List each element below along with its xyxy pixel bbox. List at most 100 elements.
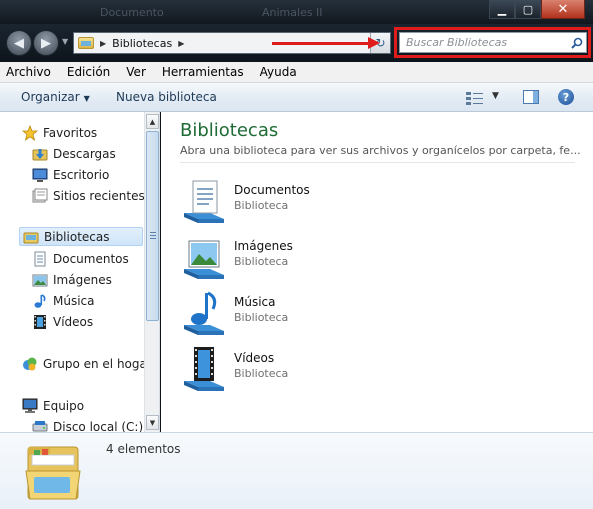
nav-downloads[interactable]: Descargas (32, 144, 116, 163)
nav-computer[interactable]: Equipo (22, 396, 84, 415)
nav-label: Bibliotecas (44, 229, 110, 244)
library-type: Biblioteca (234, 255, 289, 268)
downloads-folder-icon (32, 146, 48, 162)
page-title: Bibliotecas (180, 120, 279, 141)
nav-label: Grupo en el hogar (43, 356, 152, 371)
videos-library-icon (184, 347, 224, 391)
new-library-button[interactable]: Nueva biblioteca (116, 90, 217, 104)
film-icon (32, 314, 48, 330)
library-name: Música (234, 295, 276, 309)
menu-herramientas[interactable]: Herramientas (154, 65, 252, 79)
libraries-folder-icon (25, 446, 81, 500)
scroll-up-button[interactable]: ▲ (146, 114, 159, 129)
back-button[interactable]: ◀ (6, 30, 32, 56)
nav-label: Sitios recientes (53, 188, 145, 203)
maximize-button[interactable]: ▢ (515, 0, 541, 19)
library-item-documents[interactable]: Documentos Biblioteca (180, 177, 480, 227)
nav-libraries[interactable]: Bibliotecas (19, 227, 143, 246)
search-icon[interactable] (568, 33, 586, 52)
change-view-icon[interactable] (466, 91, 484, 105)
menu-edicion[interactable]: Edición (59, 65, 118, 79)
nav-label: Descargas (53, 146, 116, 161)
hard-drive-icon (32, 419, 48, 433)
nav-local-disk[interactable]: Disco local (C:) (32, 417, 143, 432)
libraries-folder-icon (78, 37, 94, 49)
library-type: Biblioteca (234, 367, 289, 380)
command-bar: Organizar ▼ Nueva biblioteca ▼ ? (0, 83, 593, 112)
library-name: Vídeos (234, 351, 275, 365)
nav-label: Favoritos (43, 125, 98, 140)
library-name: Documentos (234, 183, 310, 197)
nav-label: Imágenes (53, 272, 112, 287)
search-input[interactable]: Buscar Bibliotecas (400, 36, 568, 49)
scrollbar-thumb[interactable] (146, 131, 159, 321)
view-options-dropdown[interactable]: ▼ (492, 91, 499, 101)
library-item-music[interactable]: Música Biblioteca (180, 289, 480, 339)
details-pane: 4 elementos (0, 432, 593, 509)
content-pane: Bibliotecas Abra una biblioteca para ver… (161, 112, 593, 432)
music-note-icon (32, 293, 48, 309)
organize-button[interactable]: Organizar ▼ (21, 90, 90, 104)
page-description: Abra una biblioteca para ver sus archivo… (180, 144, 581, 157)
nav-label: Disco local (C:) (53, 419, 144, 433)
breadcrumb-libraries[interactable]: Bibliotecas (112, 37, 172, 50)
menu-bar: Archivo Edición Ver Herramientas Ayuda (0, 62, 593, 83)
close-button[interactable]: ✕ (541, 0, 585, 19)
nav-desktop[interactable]: Escritorio (32, 165, 109, 184)
forward-button[interactable]: ▶ (33, 30, 59, 56)
navigation-pane: Favoritos Descargas Escritorio Sitios re… (0, 112, 160, 432)
background-window-title: Animales II (262, 6, 323, 19)
scroll-down-button[interactable]: ▼ (146, 415, 159, 430)
menu-archivo[interactable]: Archivo (0, 65, 59, 79)
item-count: 4 elementos (106, 442, 181, 456)
title-divider (180, 162, 575, 163)
library-item-images[interactable]: Imágenes Biblioteca (180, 233, 480, 283)
documents-library-icon (184, 180, 224, 223)
nav-homegroup[interactable]: Grupo en el hogar (22, 354, 152, 373)
annotation-arrow-head (368, 37, 380, 49)
forward-arrow-icon: ▶ (41, 35, 51, 51)
navpane-scrollbar[interactable]: ▲ ▼ (144, 112, 159, 432)
nav-label: Equipo (43, 398, 85, 413)
nav-videos[interactable]: Vídeos (32, 312, 93, 331)
menu-ayuda[interactable]: Ayuda (252, 65, 305, 79)
nav-label: Vídeos (53, 314, 94, 329)
nav-music[interactable]: Música (32, 291, 95, 310)
recent-pages-dropdown[interactable]: ▼ (62, 37, 68, 46)
window-title-bar: Documento Animales II ▁ ▢ ✕ (0, 0, 593, 24)
music-library-icon (184, 291, 224, 335)
libraries-folder-icon (23, 229, 39, 245)
desktop-icon (32, 167, 48, 183)
nav-images[interactable]: Imágenes (32, 270, 112, 289)
chevron-down-icon: ▼ (83, 94, 90, 103)
preview-pane-icon[interactable] (523, 90, 539, 104)
homegroup-icon (22, 356, 38, 372)
organize-label: Organizar (21, 90, 80, 104)
search-box[interactable]: Buscar Bibliotecas (399, 32, 587, 53)
library-type: Biblioteca (234, 311, 289, 324)
window-controls: ▁ ▢ ✕ (489, 0, 585, 19)
library-type: Biblioteca (234, 199, 289, 212)
background-window-title: Documento (100, 6, 164, 19)
nav-label: Escritorio (53, 167, 110, 182)
nav-documents[interactable]: Documentos (32, 249, 129, 268)
recent-places-icon (32, 188, 48, 204)
nav-recent-places[interactable]: Sitios recientes (32, 186, 145, 205)
star-icon (21, 124, 39, 141)
nav-label: Documentos (53, 251, 129, 266)
library-name: Imágenes (234, 239, 293, 253)
nav-favorites[interactable]: Favoritos (21, 123, 98, 142)
menu-ver[interactable]: Ver (118, 65, 154, 79)
minimize-button[interactable]: ▁ (489, 0, 515, 19)
pictures-icon (32, 272, 48, 288)
library-item-videos[interactable]: Vídeos Biblioteca (180, 345, 480, 395)
breadcrumb-separator-icon[interactable]: ▶ (178, 39, 184, 48)
annotation-arrow (272, 42, 372, 45)
nav-label: Música (53, 293, 95, 308)
pictures-library-icon (184, 240, 224, 279)
help-icon[interactable]: ? (558, 89, 574, 105)
back-arrow-icon: ◀ (14, 35, 24, 51)
documents-icon (32, 251, 48, 267)
computer-icon (22, 398, 38, 414)
breadcrumb-separator-icon[interactable]: ▶ (100, 39, 106, 48)
